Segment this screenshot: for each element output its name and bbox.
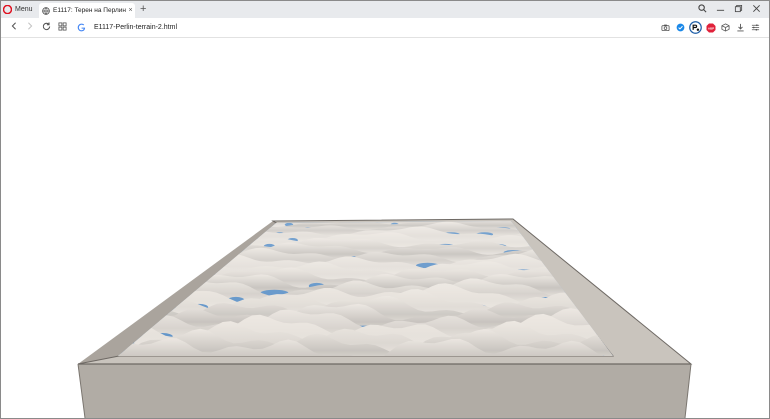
shield-check-icon[interactable]	[673, 23, 688, 32]
download-icon[interactable]	[733, 23, 748, 32]
address-text: E1117-Perlin-terrain-2.html	[94, 24, 177, 31]
search-tabs-icon[interactable]	[693, 4, 711, 15]
reload-icon[interactable]	[38, 22, 54, 34]
speed-dial-grid-icon[interactable]	[54, 21, 70, 34]
perlin-terrain-scene	[77, 218, 693, 418]
extension-icons: ABP	[658, 18, 763, 37]
globe-icon	[42, 6, 50, 15]
adblock-icon[interactable]: ABP	[703, 23, 718, 33]
opera-logo-icon	[3, 5, 12, 14]
navigation-buttons	[6, 18, 70, 37]
close-window-icon[interactable]	[747, 4, 765, 15]
container-front-wall	[78, 364, 691, 418]
vpn-extension-icon[interactable]	[688, 21, 703, 34]
tab-title: E1117: Терен на Перлин 2	[53, 7, 126, 14]
tab-bar: Menu E1117: Терен на Перлин 2 × +	[1, 1, 769, 18]
webgl-canvas[interactable]	[1, 38, 769, 418]
new-tab-button[interactable]: +	[140, 2, 146, 17]
restore-icon[interactable]	[729, 4, 747, 15]
tab-close-icon[interactable]: ×	[126, 7, 135, 14]
snapshot-camera-icon[interactable]	[658, 23, 673, 32]
address-toolbar: E1117-Perlin-terrain-2.html ABP	[1, 18, 769, 38]
browser-window: Menu E1117: Терен на Перлин 2 × + E1117-…	[0, 0, 770, 419]
forward-icon[interactable]	[22, 22, 38, 33]
opera-menu-button[interactable]: Menu	[3, 2, 37, 17]
google-icon	[77, 23, 86, 32]
minimize-icon[interactable]	[711, 4, 729, 15]
adblock-badge: ABP	[707, 26, 713, 30]
cube-extension-icon[interactable]	[718, 23, 733, 32]
address-bar[interactable]: E1117-Perlin-terrain-2.html	[77, 18, 177, 37]
window-controls	[693, 1, 765, 18]
easy-setup-icon[interactable]	[748, 23, 763, 32]
tab-active[interactable]: E1117: Терен на Перлин 2 ×	[39, 3, 135, 18]
menu-label: Menu	[15, 6, 33, 13]
back-icon[interactable]	[6, 22, 22, 33]
